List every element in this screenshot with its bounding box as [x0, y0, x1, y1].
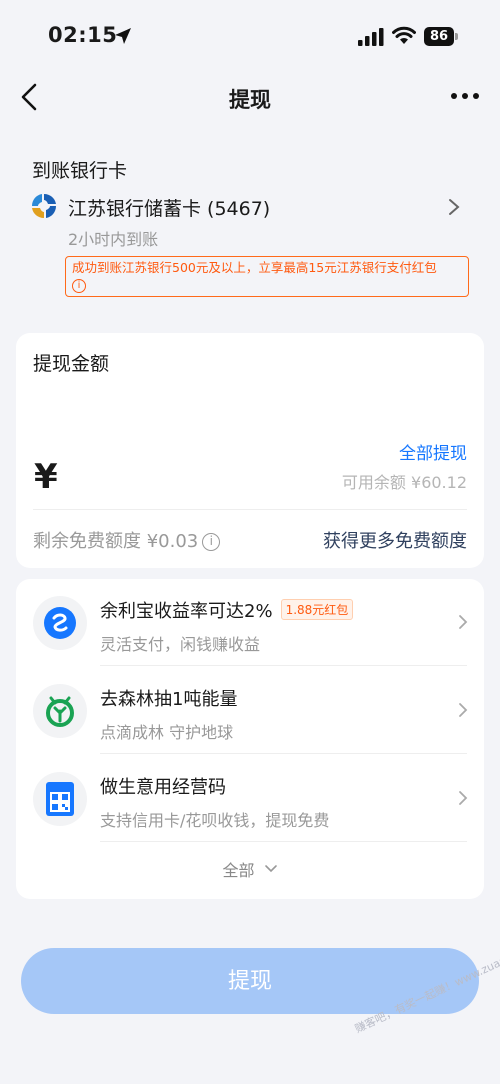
forest-icon — [33, 684, 87, 738]
divider — [33, 509, 467, 510]
page-title: 提现 — [229, 88, 271, 112]
arrival-time: 2小时内到账 — [68, 230, 159, 249]
get-more-quota-link[interactable]: 获得更多免费额度 — [323, 527, 467, 553]
cellular-signal-icon — [358, 28, 384, 46]
amount-card: 提现金额 全部提现 ¥ 可用余额 ¥60.12 剩余免费额度 ¥0.03 i 获得… — [16, 333, 484, 568]
status-time: 02:15 — [48, 23, 118, 47]
yulibao-icon — [33, 596, 87, 650]
status-bar: 02:15 86 — [0, 0, 500, 72]
battery-icon: 86 — [424, 27, 460, 46]
bank-section-title: 到账银行卡 — [32, 160, 128, 182]
service-title: 余利宝收益率可达2% 1.88元红包 — [100, 597, 354, 623]
available-balance: 可用余额 ¥60.12 — [341, 473, 467, 492]
chevron-right-icon — [459, 615, 468, 629]
qr-code-icon — [33, 772, 87, 826]
info-icon[interactable]: i — [72, 279, 86, 293]
service-subtitle: 点滴成林 守护地球 — [100, 723, 234, 742]
amount-title: 提现金额 — [33, 353, 110, 375]
free-quota: 剩余免费额度 ¥0.03 i — [33, 527, 221, 553]
show-all-services[interactable]: 全部 — [16, 857, 484, 881]
chevron-right-icon — [449, 199, 460, 215]
bank-card-selector[interactable]: 江苏银行储蓄卡 (5467) — [30, 192, 470, 226]
service-item-business-code[interactable]: 做生意用经营码 支持信用卡/花呗收钱，提现免费 — [16, 755, 484, 842]
info-icon[interactable]: i — [202, 533, 221, 551]
battery-level: 86 — [424, 27, 454, 46]
jiangsu-bank-logo-icon — [32, 194, 56, 218]
nav-bar: 提现 — [0, 72, 500, 124]
free-quota-text: 剩余免费额度 ¥0.03 — [33, 531, 199, 552]
more-dots-icon[interactable] — [450, 86, 480, 106]
amount-input[interactable]: ¥ — [34, 457, 58, 497]
chevron-down-icon — [264, 865, 277, 873]
service-subtitle: 灵活支付，闲钱赚收益 — [100, 635, 261, 654]
chevron-right-icon — [459, 791, 468, 805]
wifi-icon — [392, 26, 416, 44]
service-item-yulibao[interactable]: 余利宝收益率可达2% 1.88元红包 灵活支付，闲钱赚收益 — [16, 579, 484, 666]
service-title: 做生意用经营码 — [100, 777, 226, 798]
promo-text: 成功到账江苏银行500元及以上，立享最高15元江苏银行支付红包 — [72, 260, 437, 275]
location-arrow-icon — [115, 28, 131, 44]
service-item-forest[interactable]: 去森林抽1吨能量 点滴成林 守护地球 — [16, 667, 484, 754]
service-subtitle: 支持信用卡/花呗收钱，提现免费 — [100, 811, 330, 830]
service-title: 去森林抽1吨能量 — [100, 689, 238, 710]
services-card: 余利宝收益率可达2% 1.88元红包 灵活支付，闲钱赚收益 去森林抽1吨能量 点滴… — [16, 579, 484, 899]
show-all-label: 全部 — [222, 861, 255, 880]
withdraw-all-link[interactable]: 全部提现 — [399, 439, 467, 464]
chevron-right-icon — [459, 703, 468, 717]
bank-card-name: 江苏银行储蓄卡 (5467) — [68, 198, 271, 220]
promo-banner: 成功到账江苏银行500元及以上，立享最高15元江苏银行支付红包 i — [65, 256, 469, 297]
red-packet-badge: 1.88元红包 — [280, 599, 354, 620]
